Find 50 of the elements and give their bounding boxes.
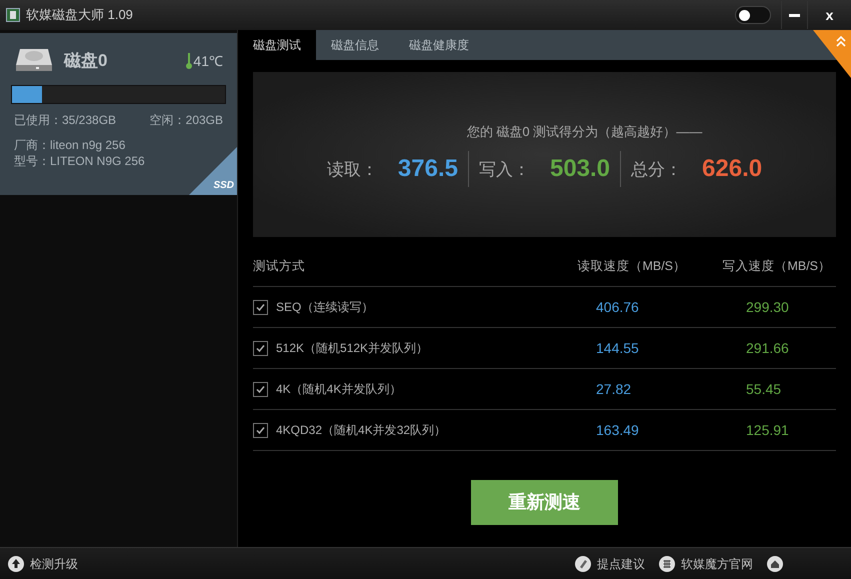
thermometer-icon [186, 53, 192, 69]
checkbox[interactable] [253, 300, 268, 314]
double-chevron-up-icon [836, 36, 846, 48]
score-label: 总分： [631, 158, 682, 180]
footer-link[interactable]: 提点建议 [597, 554, 645, 572]
tab[interactable]: 磁盘信息 [316, 30, 394, 60]
read-speed: 27.82 [595, 380, 632, 398]
checkbox[interactable] [253, 382, 268, 396]
theme-toggle[interactable] [735, 6, 771, 24]
column-header: 测试方式 [253, 258, 306, 276]
read-speed: 406.76 [595, 298, 640, 316]
test-name: 512K（随机512K并发队列） [276, 340, 428, 357]
app-icon [6, 8, 20, 22]
pencil-icon [575, 556, 591, 572]
used-space: 已使用：35/238GB [14, 112, 116, 129]
temperature: 41℃ [193, 52, 223, 70]
column-header: 读取速度（MB/S） [576, 258, 686, 276]
score-caption: 您的 磁盘0 测试得分为（越高越好）—— [466, 122, 702, 141]
disk-card[interactable]: 磁盘0 41℃ 已使用：35/238GB 空闲：203GB 厂商：liteon n9g 256 型号：LITEON N9G 256 SSD [0, 33, 237, 195]
score-label: 读取： [326, 158, 378, 180]
footer-link[interactable]: 软媒魔方官网 [681, 554, 753, 572]
update-link[interactable]: 检测升级 [30, 554, 78, 572]
score-value: 376.5 [398, 154, 458, 184]
tab[interactable]: 磁盘健康度 [394, 30, 484, 60]
score-value: 503.0 [550, 154, 610, 184]
write-speed: 291.66 [745, 338, 790, 358]
ssd-badge: SSD [189, 147, 237, 195]
write-speed: 55.45 [745, 380, 782, 398]
test-name: SEQ（连续读写） [276, 299, 374, 316]
home-icon [767, 556, 783, 572]
write-speed: 299.30 [745, 298, 790, 316]
window-title: 软媒磁盘大师 1.09 [26, 6, 133, 24]
checkbox[interactable] [253, 422, 268, 438]
model: 型号：LITEON N9G 256 [14, 153, 146, 169]
column-header: 写入速度（MB/S） [721, 258, 832, 276]
disk-name: 磁盘0 [64, 50, 108, 72]
vendor: 厂商：liteon n9g 256 [14, 137, 126, 153]
close-button[interactable]: x [807, 1, 851, 29]
write-speed: 125.91 [745, 420, 790, 440]
checkbox[interactable] [253, 340, 268, 356]
tab[interactable]: 磁盘测试 [238, 30, 316, 60]
test-name: 4K（随机4K并发队列） [276, 381, 402, 398]
test-name: 4KQD32（随机4K并发32队列） [276, 422, 446, 439]
free-space: 空闲：203GB [150, 112, 223, 129]
score-value: 626.0 [702, 154, 762, 184]
read-speed: 163.49 [595, 420, 640, 440]
upload-icon [8, 556, 24, 572]
grid-icon [659, 556, 675, 572]
read-speed: 144.55 [595, 338, 640, 358]
score-label: 写入： [478, 158, 530, 180]
